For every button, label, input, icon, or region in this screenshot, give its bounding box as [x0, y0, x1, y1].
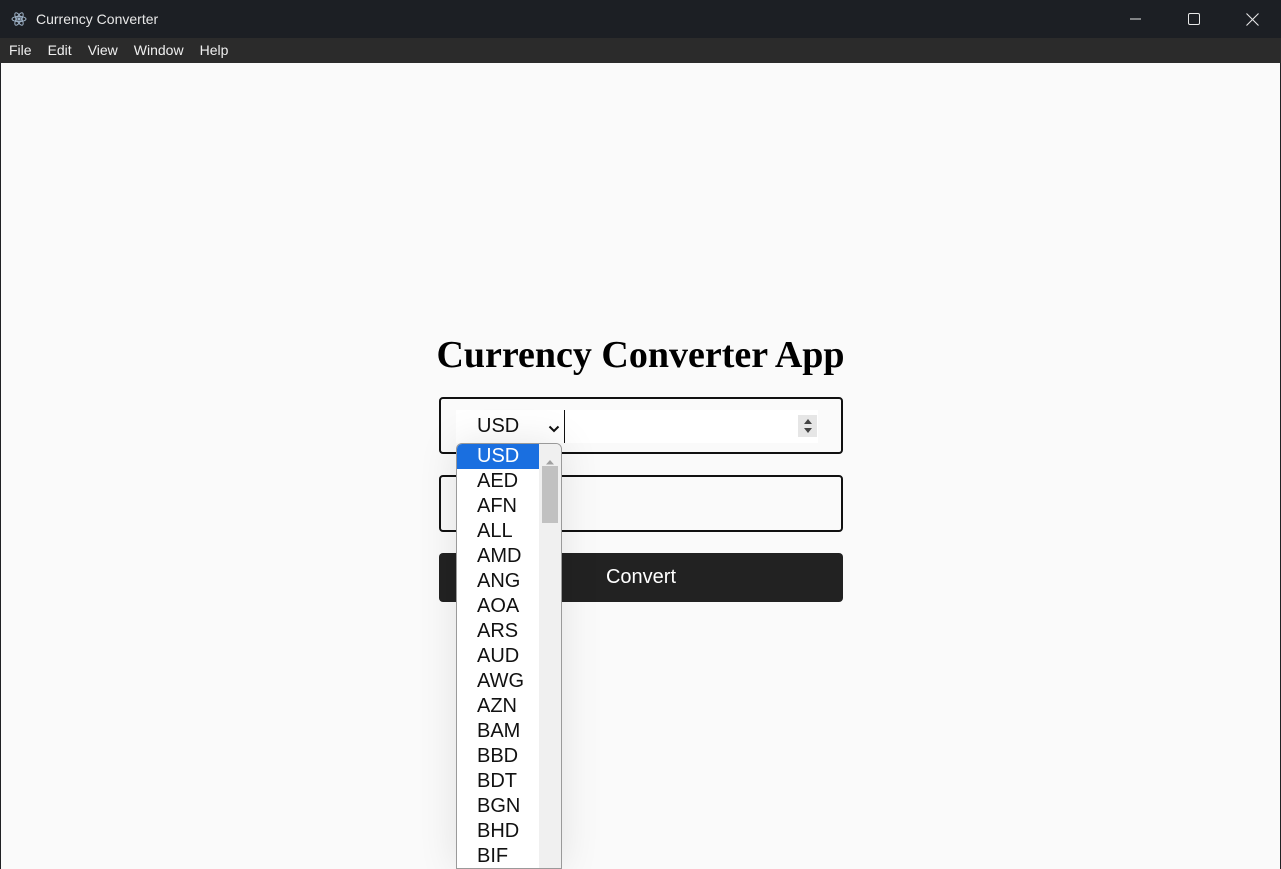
dropdown-option[interactable]: AOA — [457, 594, 540, 619]
dropdown-scrollbar[interactable] — [539, 444, 561, 868]
minimize-button[interactable] — [1107, 0, 1165, 38]
dropdown-option[interactable]: BHD — [457, 819, 540, 844]
from-currency-value: USD — [477, 415, 520, 437]
amount-input[interactable] — [564, 410, 818, 443]
minimize-icon — [1130, 18, 1141, 20]
maximize-button[interactable] — [1165, 0, 1223, 38]
dropdown-option[interactable]: AUD — [457, 644, 540, 669]
dropdown-option[interactable]: BIF — [457, 844, 540, 868]
electron-icon — [11, 11, 27, 27]
currency-dropdown-list[interactable]: USD AED AFN ALL AMD ANG AOA ARS AUD AWG AZN BAM BBD B… — [456, 443, 562, 869]
close-icon — [1245, 12, 1259, 26]
dropdown-option[interactable]: AMD — [457, 544, 540, 569]
menu-bar: File Edit View Window Help — [0, 38, 1281, 63]
from-currency-select[interactable]: USD — [456, 410, 564, 443]
dropdown-option[interactable]: ALL — [457, 519, 540, 544]
menu-file[interactable]: File — [1, 38, 40, 63]
dropdown-option[interactable]: AFN — [457, 494, 540, 519]
menu-edit[interactable]: Edit — [40, 38, 80, 63]
text-caret — [564, 410, 565, 443]
window-title: Currency Converter — [36, 11, 159, 27]
dropdown-option[interactable]: ANG — [457, 569, 540, 594]
dropdown-option[interactable]: AED — [457, 469, 540, 494]
dropdown-option[interactable]: BBD — [457, 744, 540, 769]
menu-window[interactable]: Window — [126, 38, 192, 63]
window-controls — [1107, 0, 1281, 38]
title-bar: Currency Converter — [0, 0, 1281, 38]
maximize-icon — [1188, 13, 1200, 25]
dropdown-option[interactable]: AZN — [457, 694, 540, 719]
app-content: Currency Converter App USD Convert — [1, 63, 1280, 869]
dropdown-option[interactable]: BAM — [457, 719, 540, 744]
spin-buttons-icon[interactable] — [798, 415, 817, 437]
dropdown-option[interactable]: USD — [457, 444, 540, 469]
dropdown-option[interactable]: AWG — [457, 669, 540, 694]
close-button[interactable] — [1223, 0, 1281, 38]
dropdown-option[interactable]: BDT — [457, 769, 540, 794]
menu-view[interactable]: View — [80, 38, 126, 63]
scrollbar-thumb[interactable] — [542, 466, 558, 523]
page-title: Currency Converter App — [436, 334, 845, 376]
menu-help[interactable]: Help — [192, 38, 237, 63]
dropdown-option[interactable]: ARS — [457, 619, 540, 644]
chevron-down-icon — [548, 419, 560, 442]
dropdown-option[interactable]: BGN — [457, 794, 540, 819]
